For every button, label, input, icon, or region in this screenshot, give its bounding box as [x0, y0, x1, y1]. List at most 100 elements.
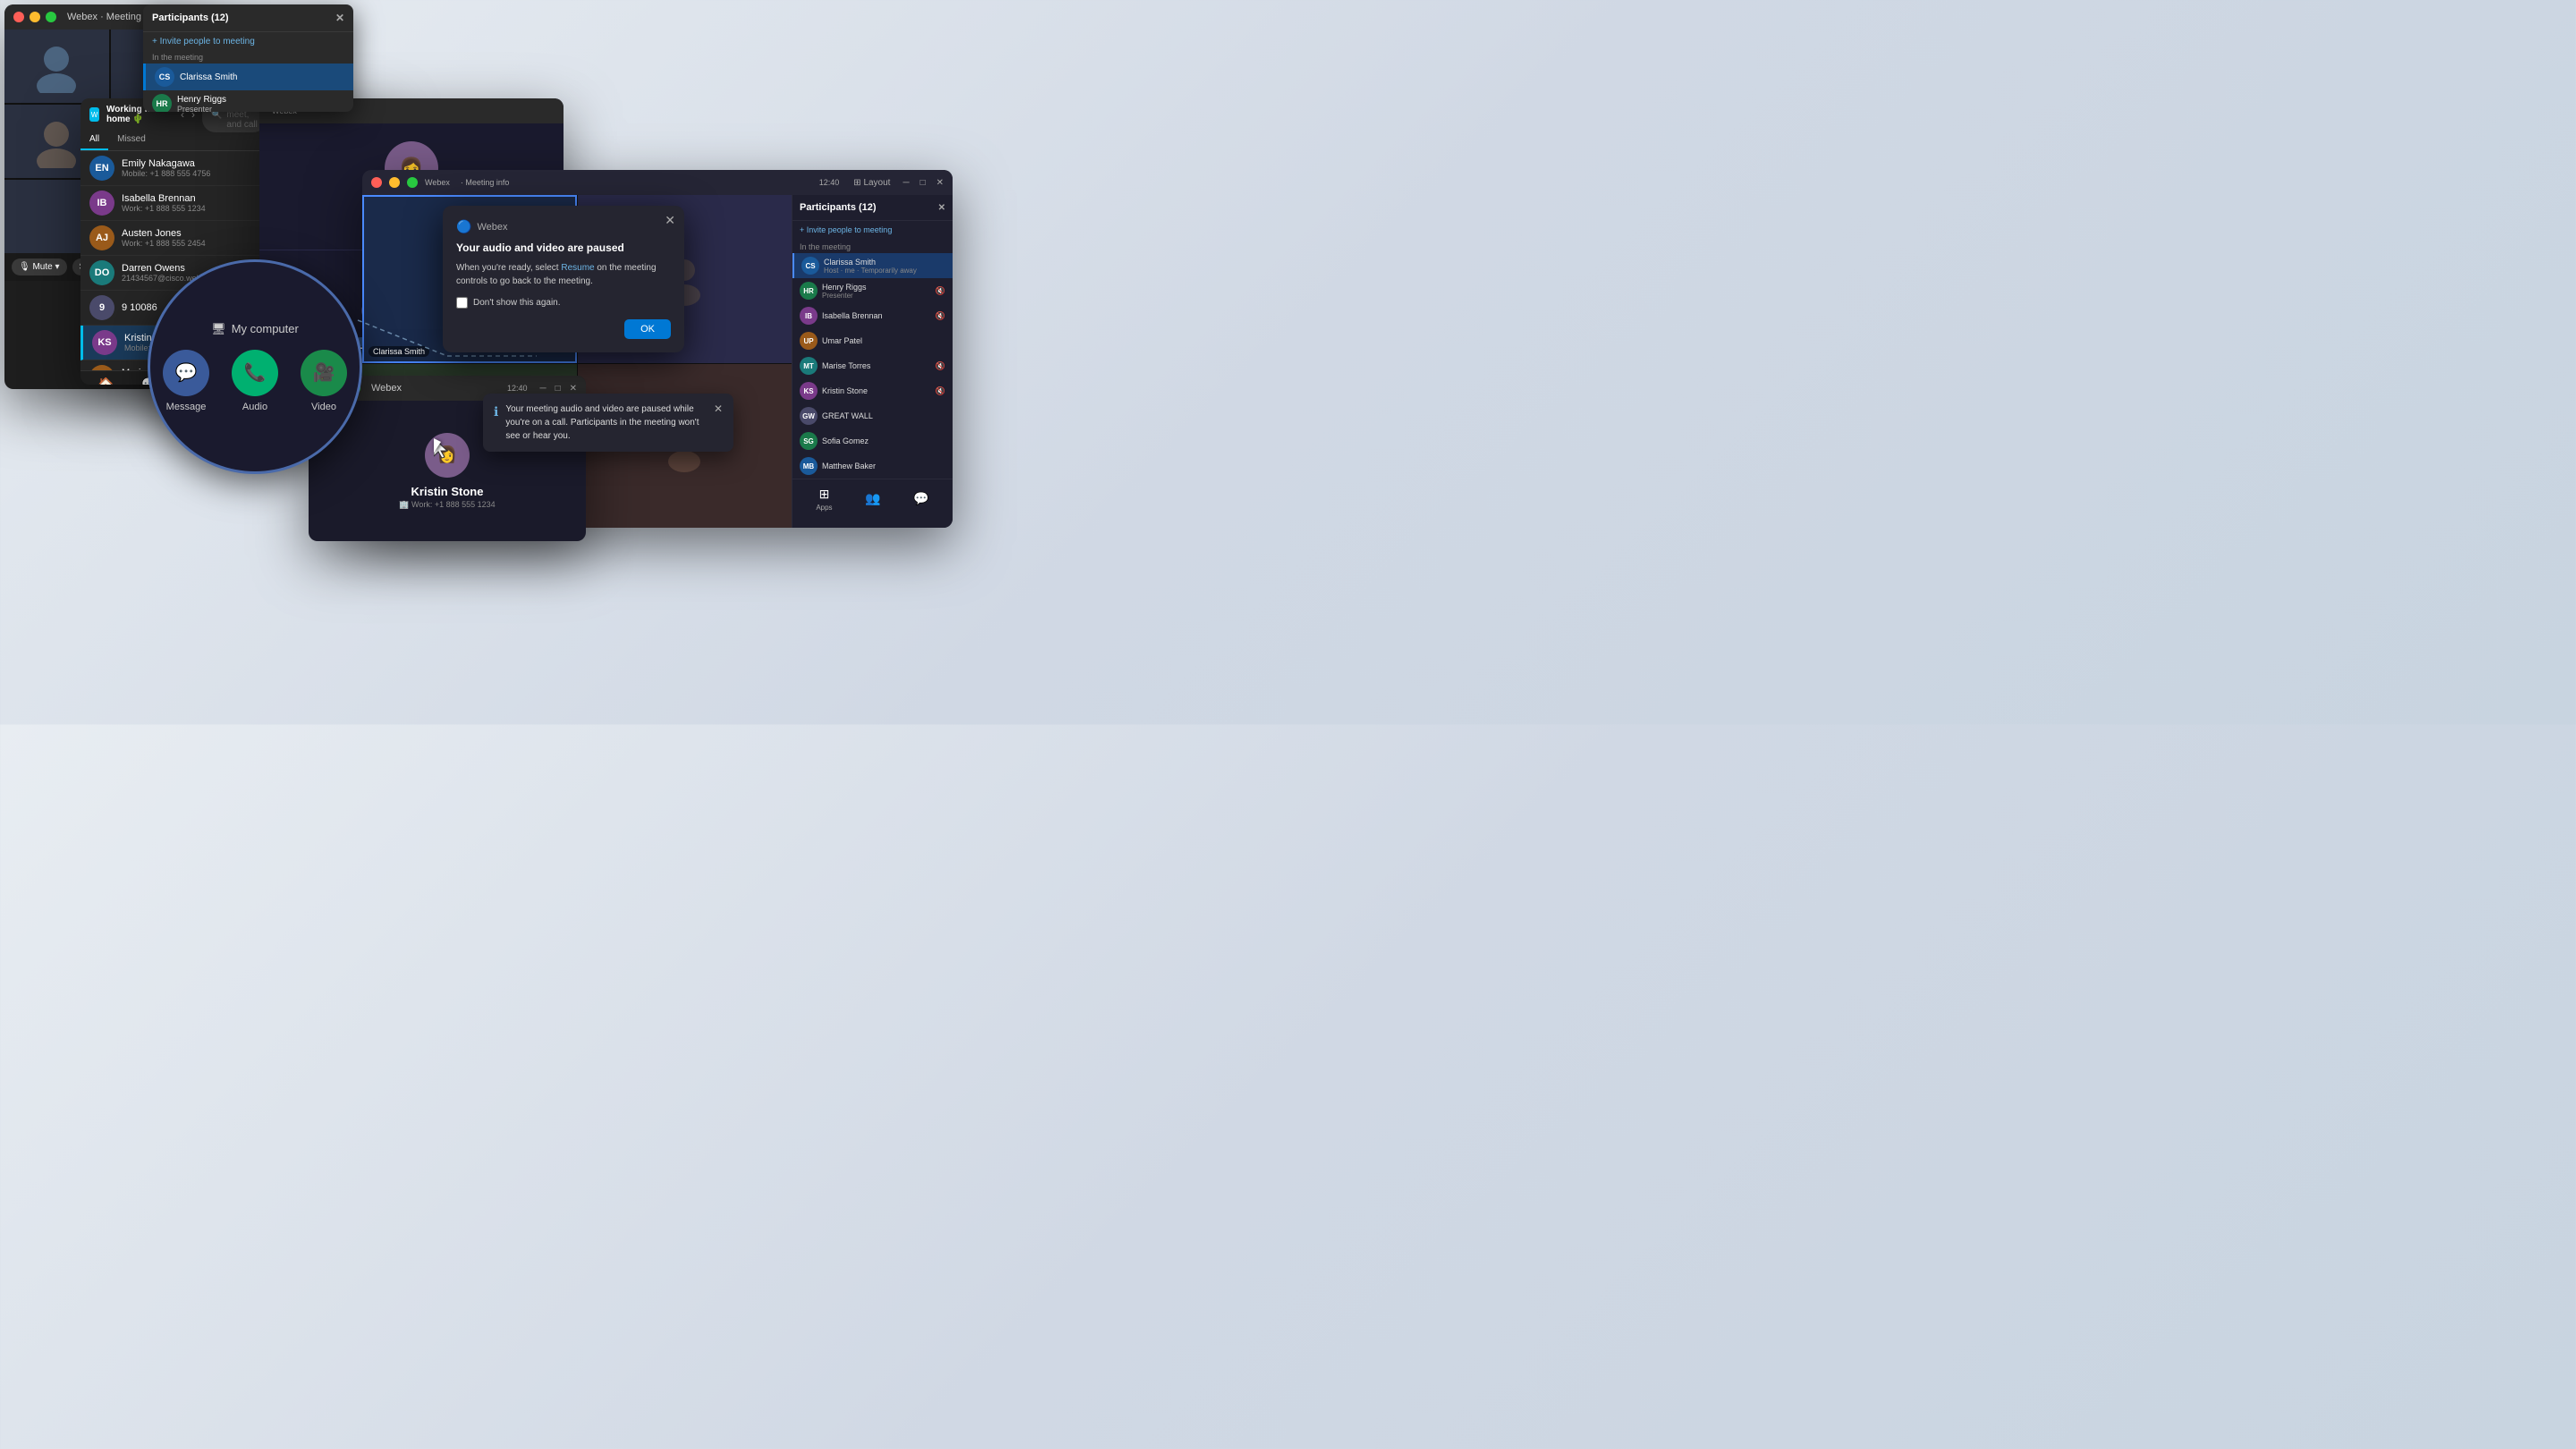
min-btn-right[interactable] [389, 177, 400, 188]
apps-icon: ⊞ [819, 487, 830, 502]
participant-henry: HR Henry Riggs Presenter [143, 90, 353, 112]
toast-text: Your meeting audio and video are paused … [505, 402, 707, 443]
close-panel-icon[interactable]: ✕ [335, 12, 344, 24]
rp-avatar-sofia: SG [800, 432, 818, 450]
big-maximize-icon[interactable]: □ [555, 384, 561, 394]
rp-avatar-umar: UP [800, 332, 818, 350]
resume-text: Resume [561, 263, 594, 273]
rp-umar-name: Umar Patel [822, 336, 945, 345]
tab-missed[interactable]: Missed [108, 131, 155, 150]
magnify-audio-icon: 📞 [232, 350, 278, 396]
dialog-checkbox-row: Don't show this again. [456, 297, 671, 309]
rp-henry-info: Henry Riggs Presenter [822, 283, 931, 300]
magnify-message-icon: 💬 [163, 350, 209, 396]
magnify-audio-btn[interactable]: 📞 Audio [232, 350, 278, 412]
dialog-close-icon[interactable]: ✕ [665, 213, 675, 228]
right-maximize-icon[interactable]: □ [920, 178, 926, 188]
min-btn-left[interactable] [30, 12, 40, 22]
big-minimize-icon[interactable]: ─ [539, 384, 546, 394]
avatar-henry: HR [152, 94, 172, 112]
rp-close-icon[interactable]: ✕ [938, 203, 945, 213]
rp-avatar-clarissa: CS [801, 257, 819, 275]
dialog-footer: OK [456, 319, 671, 339]
rp-avatar-marise: MT [800, 357, 818, 375]
rp-clarissa-sub: Host · me · Temporarily away [824, 267, 945, 275]
right-meeting-time: 12:40 [819, 178, 840, 187]
chat-bottom-button[interactable]: 💬 [913, 491, 928, 507]
rp-avatar-isabella: IB [800, 307, 818, 325]
dialog-ok-button[interactable]: OK [624, 319, 671, 339]
magnify-video-btn[interactable]: 🎥 Video [301, 350, 347, 412]
people-button[interactable]: 👥 [865, 491, 880, 507]
magnify-video-label: Video [311, 402, 336, 412]
rp-avatar-kristin-rp: KS [800, 382, 818, 400]
magnify-monitor-icon: 🖥 [211, 322, 226, 336]
toast-close-icon[interactable]: ✕ [714, 402, 723, 415]
right-meeting-header: Webex · Meeting info 12:40 ⊞ Layout ─ □ … [362, 170, 953, 195]
rp-avatar-great: GW [800, 407, 818, 425]
magnify-message-btn[interactable]: 💬 Message [163, 350, 209, 412]
participant-clarissa-info: Clarissa Smith [180, 72, 344, 82]
rp-participant-great: GW GREAT WALL [792, 403, 953, 428]
rp-avatar-henry: HR [800, 282, 818, 300]
dialog-heading: Your audio and video are paused [456, 242, 671, 254]
magnify-actions: 💬 Message 📞 Audio 🎥 Video [163, 350, 347, 412]
rp-in-meeting-label: In the meeting [792, 239, 953, 253]
participant-henry-role: Presenter [177, 105, 344, 113]
rp-participant-henry: HR Henry Riggs Presenter 🔇 [792, 278, 953, 303]
rp-kristin-mic-icon: 🔇 [936, 386, 945, 396]
people-icon: 👥 [865, 491, 880, 505]
avatar-austen1: AJ [89, 225, 114, 250]
big-close-icon[interactable]: ✕ [570, 384, 577, 394]
layout-btn[interactable]: ⊞ Layout [853, 178, 890, 188]
rp-matthew-name: Matthew Baker [822, 462, 945, 470]
rp-participant-clarissa: CS Clarissa Smith Host · me · Temporaril… [792, 253, 953, 278]
close-btn-left[interactable] [13, 12, 24, 22]
webex-dialog-icon: 🔵 [456, 219, 471, 234]
rp-participant-umar: UP Umar Patel [792, 328, 953, 353]
person-1 [4, 30, 109, 103]
apps-button[interactable]: ⊞ Apps [816, 487, 832, 512]
magnify-video-icon: 🎥 [301, 350, 347, 396]
rp-marise-mic-icon: 🔇 [936, 361, 945, 371]
participant-henry-info: Henry Riggs Presenter [177, 95, 344, 113]
avatar-clarissa: CS [155, 67, 174, 87]
big-call-avatar: 👩 [425, 433, 470, 478]
close-btn-right[interactable] [371, 177, 382, 188]
tab-all[interactable]: All [80, 131, 108, 150]
in-meeting-label: In the meeting [143, 51, 353, 64]
dont-show-checkbox[interactable] [456, 297, 468, 309]
participants-count-label: Participants (12) [152, 13, 229, 23]
max-btn-right[interactable] [407, 177, 418, 188]
nav-icon-1[interactable]: 🏠 [98, 377, 114, 386]
apps-label: Apps [816, 504, 832, 512]
rp-henry-name: Henry Riggs [822, 283, 931, 292]
rp-invite-link[interactable]: + Invite people to meeting [792, 221, 953, 239]
mute-button[interactable]: 🎙 Mute ▾ [12, 258, 67, 275]
rp-participant-sofia: SG Sofia Gomez [792, 428, 953, 453]
invite-link[interactable]: + Invite people to meeting [143, 32, 353, 51]
magnify-computer-text: My computer [232, 322, 299, 335]
avatar-darren: DO [89, 260, 114, 285]
avatar-emily: EN [89, 156, 114, 181]
avatar-marise: MT [89, 365, 114, 370]
toast-info-icon: ℹ [494, 404, 498, 443]
max-btn-left[interactable] [46, 12, 56, 22]
rp-kristin-name: Kristin Stone [822, 386, 931, 395]
rp-count: Participants (12) [800, 202, 877, 213]
apps-bottom-bar: ⊞ Apps 👥 💬 [792, 479, 953, 519]
right-minimize-icon[interactable]: ─ [902, 178, 909, 188]
avatar-kristin: KS [92, 330, 117, 355]
magnify-computer-label: 🖥 My computer [211, 322, 299, 336]
notification-toast: ℹ Your meeting audio and video are pause… [483, 394, 733, 452]
video-cell-1 [4, 30, 109, 103]
rp-participant-kristin: KS Kristin Stone 🔇 [792, 378, 953, 403]
avatar-isabella1: IB [89, 191, 114, 216]
chat-icon: 💬 [913, 491, 928, 505]
video-cell-clarissa-name: Clarissa Smith [369, 346, 429, 357]
rp-henry-sub: Presenter [822, 292, 931, 300]
avatar-9: 9 [89, 295, 114, 320]
right-close-icon[interactable]: ✕ [936, 178, 944, 188]
participant-clarissa: CS Clarissa Smith [143, 64, 353, 90]
rp-header: Participants (12) ✕ [792, 195, 953, 221]
